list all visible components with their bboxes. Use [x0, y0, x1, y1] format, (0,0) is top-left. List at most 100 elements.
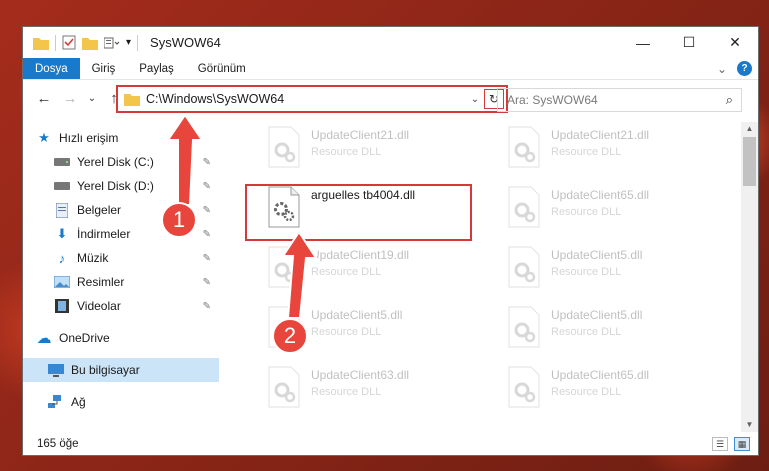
- pin-icon[interactable]: ✎: [203, 301, 211, 312]
- file-item[interactable]: UpdateClient65.dll Resource DLL: [507, 186, 737, 234]
- search-icon[interactable]: ⌕: [726, 92, 733, 108]
- forward-button[interactable]: →: [59, 90, 81, 107]
- file-type: Resource DLL: [551, 266, 622, 278]
- file-name: UpdateClient21.dll: [551, 128, 650, 142]
- search-input[interactable]: Ara: SysWOW64 ⌕: [497, 88, 742, 112]
- sidebar-item-music[interactable]: ♪ Müzik ✎: [53, 246, 219, 270]
- sidebar-item-label: Yerel Disk (C:): [77, 155, 154, 169]
- dll-file-icon: [507, 306, 541, 348]
- explorer-window: ▾ SysWOW64 — ☐ ✕ Dosya Giriş Paylaş Görü…: [22, 26, 759, 456]
- star-icon: ★: [38, 130, 50, 145]
- new-folder-icon[interactable]: [82, 36, 98, 50]
- pin-icon[interactable]: ✎: [203, 205, 211, 216]
- step-badge-1: 1: [161, 202, 197, 238]
- address-bar[interactable]: C:\Windows\SysWOW64 ⌄ ↻: [116, 85, 508, 113]
- customize-icon[interactable]: [104, 36, 120, 50]
- file-type: Resource DLL: [551, 386, 622, 398]
- recent-locations-button[interactable]: ⌄: [85, 93, 99, 104]
- sidebar-item-local-disk-d[interactable]: Yerel Disk (D:) ✎: [53, 174, 219, 198]
- sidebar-item-videos[interactable]: Videolar ✎: [53, 294, 219, 318]
- sidebar-item-pictures[interactable]: Resimler ✎: [53, 270, 219, 294]
- search-placeholder: Ara: SysWOW64: [507, 93, 598, 107]
- video-icon: [53, 298, 71, 314]
- tab-gorunum[interactable]: Görünüm: [186, 58, 258, 79]
- sidebar-item-label: Videolar: [77, 299, 121, 313]
- ribbon-tabs: Dosya Giriş Paylaş Görünüm ⌄ ?: [23, 58, 758, 80]
- sidebar-item-quick-access[interactable]: ★ Hızlı erişim: [35, 126, 231, 150]
- file-item[interactable]: UpdateClient21.dll Resource DLL: [507, 126, 737, 174]
- tab-dosya[interactable]: Dosya: [23, 58, 80, 79]
- expand-ribbon-icon[interactable]: ⌄: [717, 62, 727, 76]
- folder-icon[interactable]: [33, 36, 49, 50]
- file-item[interactable]: UpdateClient5.dll Resource DLL: [507, 306, 737, 354]
- item-count: 165 öğe: [37, 438, 79, 450]
- ribbon-right: ⌄ ?: [717, 58, 758, 79]
- file-item[interactable]: UpdateClient63.dll Resource DLL: [267, 366, 497, 414]
- file-highlight-box: [245, 184, 472, 241]
- file-item[interactable]: UpdateClient5.dll Resource DLL: [507, 246, 737, 294]
- pin-icon[interactable]: ✎: [203, 277, 211, 288]
- file-item[interactable]: UpdateClient65.dll Resource DLL: [507, 366, 737, 414]
- sidebar-item-label: İndirmeler: [77, 227, 131, 241]
- dll-file-icon: [507, 126, 541, 168]
- pin-icon[interactable]: ✎: [203, 253, 211, 264]
- help-icon[interactable]: ?: [737, 61, 752, 76]
- sidebar-item-local-disk-c[interactable]: Yerel Disk (C:) ✎: [53, 150, 219, 174]
- dll-file-icon: [267, 246, 301, 288]
- sidebar-item-network[interactable]: Ağ: [47, 390, 219, 414]
- folder-icon: [124, 94, 140, 106]
- scroll-down-icon[interactable]: ▼: [741, 418, 758, 432]
- dll-file-icon: [507, 366, 541, 408]
- minimize-button[interactable]: —: [620, 27, 666, 58]
- sidebar-item-label: Müzik: [77, 251, 109, 265]
- sidebar-item-label: Belgeler: [77, 203, 122, 217]
- close-button[interactable]: ✕: [712, 27, 758, 58]
- qat-dropdown-icon[interactable]: ▾: [126, 37, 131, 48]
- vertical-scrollbar[interactable]: ▲ ▼: [741, 122, 758, 432]
- pin-icon[interactable]: ✎: [203, 157, 211, 168]
- step-badge-2: 2: [272, 318, 308, 354]
- toolbar-separator: [137, 34, 139, 51]
- tab-paylas[interactable]: Paylaş: [127, 58, 186, 79]
- pin-icon[interactable]: ✎: [203, 181, 211, 192]
- tiles-view-icon[interactable]: ▦: [734, 437, 750, 451]
- back-button[interactable]: ←: [33, 90, 55, 107]
- file-name: UpdateClient5.dll: [551, 248, 643, 262]
- file-name: UpdateClient21.dll: [311, 128, 410, 142]
- file-item[interactable]: UpdateClient21.dll Resource DLL: [267, 126, 497, 174]
- music-icon: ♪: [58, 250, 66, 266]
- sidebar-item-label: Yerel Disk (D:): [77, 179, 154, 193]
- status-bar: 165 öğe ☰ ▦: [23, 432, 758, 456]
- properties-icon[interactable]: [62, 35, 76, 50]
- address-dropdown-icon[interactable]: ⌄: [466, 94, 484, 105]
- file-type: Resource DLL: [551, 206, 622, 218]
- window-controls: — ☐ ✕: [620, 27, 758, 58]
- sidebar-item-label: OneDrive: [59, 331, 110, 345]
- quick-access-toolbar: ▾: [33, 34, 139, 51]
- file-type: Resource DLL: [311, 326, 382, 338]
- file-type: Resource DLL: [551, 326, 622, 338]
- sidebar-item-label: Resimler: [77, 275, 125, 289]
- scrollbar-thumb[interactable]: [743, 137, 756, 186]
- window-title: SysWOW64: [150, 35, 221, 50]
- file-type: Resource DLL: [311, 146, 382, 158]
- sidebar-item-label: Bu bilgisayar: [71, 363, 140, 377]
- file-name: UpdateClient19.dll: [311, 248, 410, 262]
- computer-icon: [47, 362, 65, 378]
- download-icon: ⬇: [56, 226, 68, 241]
- scroll-up-icon[interactable]: ▲: [741, 122, 758, 136]
- sidebar-item-label: Ağ: [71, 395, 86, 409]
- tab-giris[interactable]: Giriş: [80, 58, 128, 79]
- pin-icon[interactable]: ✎: [203, 229, 211, 240]
- file-list: UpdateClient21.dll Resource DLL UpdateCli…: [227, 122, 737, 427]
- details-view-icon[interactable]: ☰: [712, 437, 728, 451]
- file-type: Resource DLL: [311, 386, 382, 398]
- navigation-pane: ★ Hızlı erişim Yerel Disk (C:) ✎ Yerel D…: [23, 122, 219, 432]
- address-path[interactable]: C:\Windows\SysWOW64: [146, 92, 284, 106]
- dll-file-icon: [507, 246, 541, 288]
- sidebar-item-onedrive[interactable]: ☁ OneDrive: [35, 326, 219, 350]
- sidebar-item-this-pc[interactable]: Bu bilgisayar: [23, 358, 219, 382]
- file-item[interactable]: UpdateClient19.dll Resource DLL: [267, 246, 497, 294]
- maximize-button[interactable]: ☐: [666, 27, 712, 58]
- pictures-icon: [53, 274, 71, 290]
